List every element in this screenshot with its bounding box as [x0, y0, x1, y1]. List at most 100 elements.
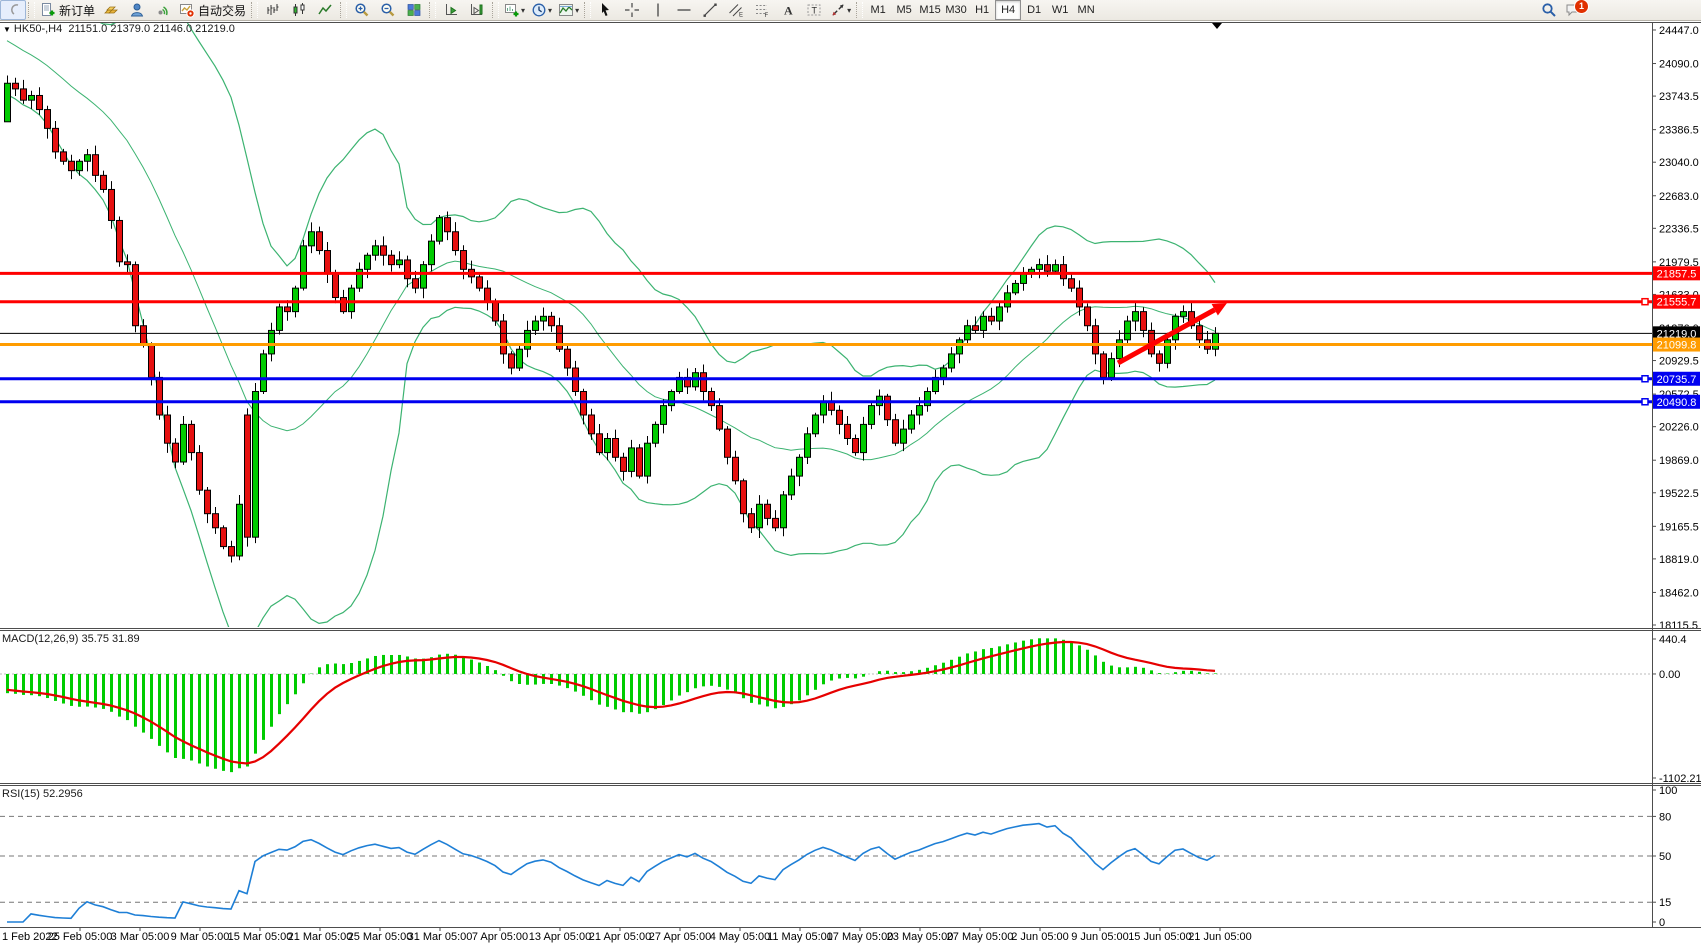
clipped-left-icon[interactable] [0, 0, 26, 20]
hline-handle[interactable] [1642, 376, 1648, 382]
bull-candle [1109, 359, 1115, 378]
text-label-button[interactable]: T [801, 0, 827, 20]
bear-candle [157, 377, 163, 415]
bear-candle [245, 415, 251, 537]
price-badge-21555.7: 21555.7 [1657, 297, 1697, 309]
bear-candle [149, 345, 155, 378]
price-badge-21857.5: 21857.5 [1657, 268, 1697, 280]
equidistant-channel-button[interactable]: E [723, 0, 749, 20]
timeframe-button-w1[interactable]: W1 [1047, 0, 1073, 20]
hline-handle[interactable] [1642, 299, 1648, 305]
bull-candle [1213, 333, 1219, 349]
new-order-button[interactable]: 新订单 [37, 0, 98, 20]
candlestick-chart-button[interactable] [286, 0, 312, 20]
bull-candle [605, 438, 611, 452]
date-axis-label: 9 Jun 05:00 [1071, 931, 1129, 943]
bull-candle [429, 241, 435, 264]
bull-candle [437, 218, 443, 241]
bear-candle [717, 406, 723, 429]
timeframe-button-m15[interactable]: M15 [917, 0, 943, 20]
date-axis-label: 4 May 05:00 [710, 931, 771, 943]
date-axis-label: 21 Mar 05:00 [288, 931, 353, 943]
date-axis-label: 7 Apr 05:00 [472, 931, 528, 943]
timeframe-button-h4[interactable]: H4 [995, 0, 1021, 20]
chat-button[interactable]: 1 [1562, 0, 1599, 20]
chart-shift-button[interactable] [464, 0, 490, 20]
bull-candle [997, 307, 1003, 321]
timeframe-button-m1[interactable]: M1 [865, 0, 891, 20]
zoomin-icon [354, 2, 370, 18]
search-button[interactable] [1536, 0, 1562, 20]
timeframe-button-d1[interactable]: D1 [1021, 0, 1047, 20]
auto-trading-button[interactable]: 自动交易 [176, 0, 249, 20]
templates-button[interactable]: ▾ [555, 0, 582, 20]
macd-axis-label: 0.00 [1659, 669, 1680, 681]
gold-icon-button[interactable] [98, 0, 124, 20]
bear-candle [621, 457, 627, 471]
price-badge-20490.8: 20490.8 [1657, 397, 1697, 409]
date-axis-label: 27 May 05:00 [947, 931, 1014, 943]
tile-windows-button[interactable] [401, 0, 427, 20]
vertical-line-button[interactable] [645, 0, 671, 20]
trendline-button[interactable] [697, 0, 723, 20]
fibo-icon: F [754, 2, 770, 18]
crosshair-button[interactable] [619, 0, 645, 20]
bear-candle [613, 438, 619, 457]
auto-scroll-button[interactable] [438, 0, 464, 20]
bull-candle [533, 321, 539, 330]
bull-candle [253, 392, 259, 538]
bull-candle [781, 495, 787, 528]
chart-shift-marker[interactable] [1212, 23, 1222, 29]
bull-candle [293, 288, 299, 311]
timeframe-button-m5[interactable]: M5 [891, 0, 917, 20]
bear-candle [1101, 354, 1107, 377]
bear-candle [117, 220, 123, 261]
cursor-button[interactable] [593, 0, 619, 20]
bear-candle [773, 518, 779, 527]
bull-candle [957, 340, 963, 354]
svg-text:T: T [812, 6, 818, 16]
fibonacci-button[interactable]: F [749, 0, 775, 20]
bull-candle [1021, 274, 1027, 283]
notification-badge: 1 [1574, 0, 1589, 14]
dropdown-caret-icon: ▾ [847, 6, 851, 15]
bull-candle [909, 415, 915, 429]
toolbar-right-group: 1 [1536, 0, 1599, 20]
timeframe-button-h1[interactable]: H1 [969, 0, 995, 20]
horizontal-line-button[interactable] [671, 0, 697, 20]
bear-candle [549, 316, 555, 325]
bear-candle [597, 434, 603, 453]
date-axis-label: 25 Feb 05:00 [48, 931, 113, 943]
signals-icon-button[interactable] [150, 0, 176, 20]
bar-chart-button[interactable] [260, 0, 286, 20]
price-axis-tick: 19165.5 [1659, 521, 1699, 533]
price-badge-20735.7: 20735.7 [1657, 374, 1697, 386]
periods-button[interactable]: ▾ [528, 0, 555, 20]
line-chart-button[interactable] [312, 0, 338, 20]
bear-candle [197, 453, 203, 491]
bear-candle [725, 429, 731, 457]
timeframe-button-m30[interactable]: M30 [943, 0, 969, 20]
text-button[interactable]: A [775, 0, 801, 20]
chart-canvas[interactable]: 440.40.00-1102.21100805015024447.024090.… [0, 0, 1701, 945]
bull-candle [1181, 312, 1187, 317]
bull-candle [349, 288, 355, 311]
bear-candle [53, 128, 59, 151]
price-axis-tick: 19522.5 [1659, 488, 1699, 500]
arrows-button[interactable]: ▾ [827, 0, 854, 20]
community-icon-button[interactable] [124, 0, 150, 20]
bear-candle [173, 443, 179, 462]
bear-candle [973, 326, 979, 331]
rsi-pane [0, 816, 1652, 922]
bear-candle [893, 420, 899, 443]
price-axis-tick: 23386.5 [1659, 125, 1699, 137]
hline-handle[interactable] [1642, 399, 1648, 405]
new-chart-button[interactable]: ▾ [501, 0, 528, 20]
bear-candle [101, 175, 107, 189]
price-axis-tick: 22336.5 [1659, 223, 1699, 235]
person-icon [129, 2, 145, 18]
zoom-in-button[interactable] [349, 0, 375, 20]
timeframe-button-mn[interactable]: MN [1073, 0, 1099, 20]
chart-dropdown-icon[interactable]: ▼ [3, 25, 11, 34]
zoom-out-button[interactable] [375, 0, 401, 20]
